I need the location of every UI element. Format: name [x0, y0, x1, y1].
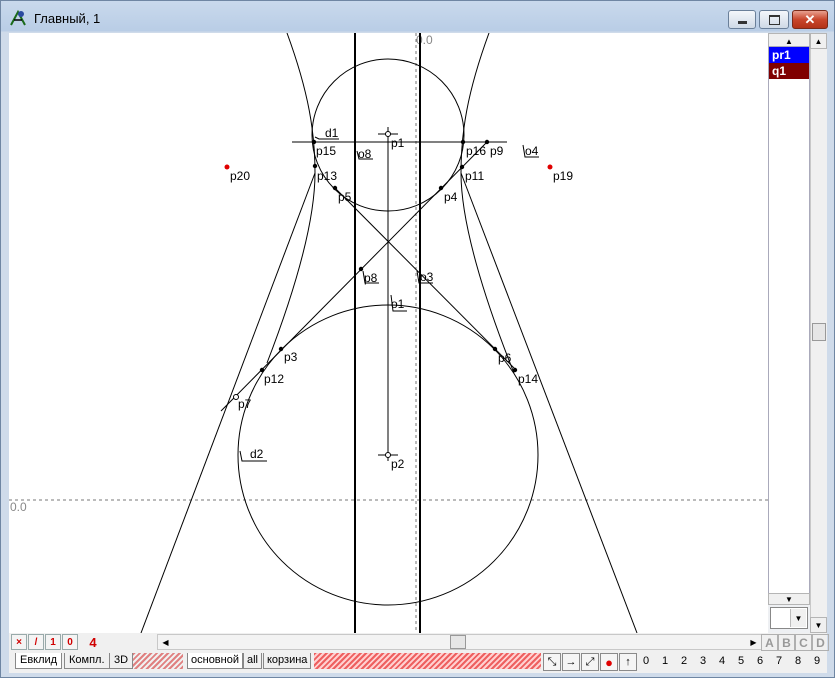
chevron-down-icon: ▼ — [790, 609, 806, 627]
label-o8: o8 — [358, 147, 372, 161]
layer-b-button[interactable]: B — [778, 634, 795, 651]
minimize-icon — [737, 20, 747, 24]
label-p9: p9 — [490, 144, 504, 158]
arrow-tool-button[interactable]: → — [562, 653, 580, 671]
digit-3[interactable]: 3 — [700, 655, 706, 667]
object-select[interactable]: ▼ — [770, 607, 808, 629]
maximize-button[interactable] — [759, 10, 789, 29]
label-o4: o4 — [525, 144, 539, 158]
up-tool-button[interactable]: ↑ — [619, 653, 637, 671]
drawing-canvas[interactable]: 0.0 0.0 p1 p2 p3 p4 p5 p6 p7 p8 p9 p11 p… — [9, 33, 768, 633]
label-p7: p7 — [238, 397, 252, 411]
arrow-up-icon: ↑ — [625, 656, 631, 668]
horizontal-scrollbar[interactable]: ◀ ▶ — [157, 634, 762, 650]
tab-complex[interactable]: Компл. — [64, 653, 110, 669]
arrow-up-icon: ▲ — [814, 36, 823, 46]
tabs-hatch-left — [133, 653, 183, 669]
segment-icon: ⤡ — [547, 655, 557, 668]
label-p5: p5 — [338, 190, 352, 204]
digit-8[interactable]: 8 — [795, 655, 801, 667]
label-p12: p12 — [264, 372, 284, 386]
diagonal-arrow-icon: ⤢ — [585, 655, 595, 668]
red-dot-icon: ● — [605, 654, 613, 670]
vertical-scroll-thumb[interactable] — [812, 323, 826, 341]
label-p13: p13 — [317, 169, 337, 183]
app-icon — [10, 9, 26, 26]
count-indicator: 4 — [89, 634, 97, 650]
digit-1[interactable]: 1 — [662, 655, 668, 667]
label-p11: p11 — [465, 169, 484, 183]
label-p8: p8 — [364, 271, 378, 285]
scroll-down-button[interactable]: ▼ — [810, 617, 827, 633]
layer-a-button[interactable]: A — [761, 634, 778, 651]
layer-c-button[interactable]: C — [795, 634, 812, 651]
label-p16: p16 — [466, 144, 486, 158]
tabs-row: Евклид Компл. 3D основной all корзина ⤡ … — [9, 651, 827, 673]
horizontal-scroll-thumb[interactable] — [450, 635, 466, 649]
label-p20: p20 — [230, 169, 250, 183]
axis-label-left: 0.0 — [10, 500, 27, 514]
label-p2: p2 — [391, 457, 405, 471]
minimize-button[interactable] — [728, 10, 756, 29]
vertical-scrollbar[interactable]: ▲ ▼ — [810, 33, 827, 633]
window-title: Главный, 1 — [34, 11, 101, 26]
tab-all[interactable]: all — [243, 653, 263, 669]
main-window: Главный, 1 ✕ 0.0 0.0 p1 p2 p3 p4 p5 p6 p… — [0, 0, 835, 678]
tool-row: × / 1 0 4 ◀ ▶ A B C D — [9, 633, 829, 651]
list-scroll-down[interactable]: ▼ — [768, 593, 810, 605]
digit-5[interactable]: 5 — [738, 655, 744, 667]
arrow-left-icon[interactable]: ◀ — [158, 635, 173, 649]
geometry-drawing: 0.0 0.0 p1 p2 p3 p4 p5 p6 p7 p8 p9 p11 p… — [9, 33, 768, 633]
digit-7[interactable]: 7 — [776, 655, 782, 667]
tab-main[interactable]: основной — [187, 653, 243, 669]
digit-0[interactable]: 0 — [643, 655, 649, 667]
label-d2: d2 — [250, 447, 264, 461]
title-bar: Главный, 1 ✕ — [1, 1, 835, 33]
one-tool-button[interactable]: 1 — [45, 634, 61, 650]
label-p6: p6 — [498, 351, 512, 365]
arrow-down-icon: ▼ — [814, 620, 823, 630]
line-tool-button[interactable]: / — [28, 634, 44, 650]
digit-9[interactable]: 9 — [814, 655, 820, 667]
label-p15: p15 — [316, 144, 336, 158]
axis-label-top: 0.0 — [416, 33, 433, 47]
delete-tool-button[interactable]: × — [11, 634, 27, 650]
label-p4: p4 — [444, 190, 458, 204]
close-icon: ✕ — [804, 11, 816, 27]
label-p19: p19 — [553, 169, 573, 183]
label-d1: d1 — [325, 126, 339, 140]
close-button[interactable]: ✕ — [792, 10, 828, 29]
tab-3d[interactable]: 3D — [109, 653, 134, 669]
arrow-up-icon: ▲ — [785, 36, 793, 46]
point-tool-button[interactable]: ● — [600, 653, 618, 671]
scroll-up-button[interactable]: ▲ — [810, 33, 827, 49]
tab-trash[interactable]: корзина — [263, 653, 312, 669]
object-item-q1[interactable]: q1 — [769, 63, 809, 79]
zero-tool-button[interactable]: 0 — [62, 634, 78, 650]
object-item-pr1[interactable]: pr1 — [769, 47, 809, 63]
label-o1: o1 — [391, 297, 405, 311]
digit-6[interactable]: 6 — [757, 655, 763, 667]
label-p14: p14 — [518, 372, 538, 386]
tangent-outer-right[interactable] — [460, 172, 638, 633]
digit-2[interactable]: 2 — [681, 655, 687, 667]
label-p1: p1 — [391, 136, 405, 150]
tab-euclid[interactable]: Евклид — [15, 653, 63, 669]
tabs-hatch-right — [314, 653, 541, 669]
diagonal-tool-button[interactable]: ⤢ — [581, 653, 599, 671]
arrow-down-icon: ▼ — [785, 594, 793, 604]
tangent-outer-left[interactable] — [140, 172, 316, 633]
digit-4[interactable]: 4 — [719, 655, 725, 667]
segment-tool-button[interactable]: ⤡ — [543, 653, 561, 671]
label-p3: p3 — [284, 350, 298, 364]
curve-upper-left[interactable] — [266, 33, 316, 364]
arrow-right-icon: → — [565, 656, 577, 668]
label-o3: o3 — [420, 270, 434, 284]
layer-d-button[interactable]: D — [812, 634, 829, 651]
arrow-right-icon[interactable]: ▶ — [746, 635, 761, 649]
object-list[interactable]: pr1 q1 — [768, 46, 810, 599]
restore-icon — [768, 14, 780, 25]
